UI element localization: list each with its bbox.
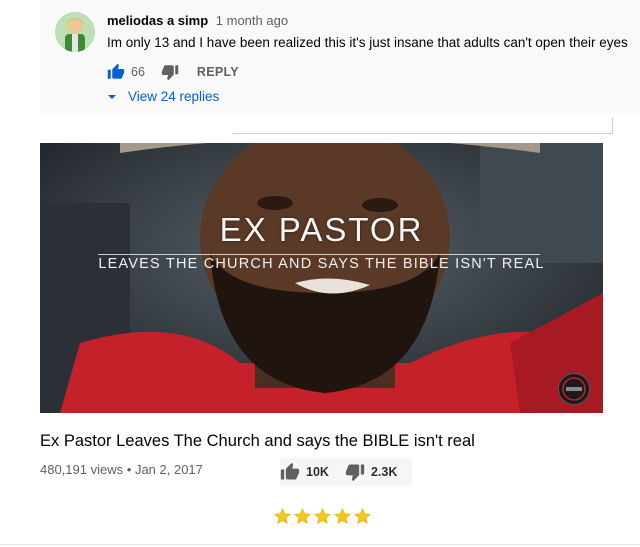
view-count: 480,191 views (40, 462, 124, 477)
view-replies-label: View 24 replies (128, 89, 220, 104)
thumbnail-title-overlay: EX PASTOR (219, 211, 424, 248)
channel-watermark-logo (558, 373, 590, 405)
avatar[interactable] (55, 12, 95, 52)
bottom-divider (0, 544, 640, 545)
avatar-image (55, 12, 95, 52)
star-icon (294, 507, 311, 525)
separator-dot: • (126, 462, 132, 477)
thumbs-up-icon[interactable] (280, 462, 300, 482)
video-like-count: 10K (306, 465, 329, 479)
comment-header: meliodas a simp 1 month ago (107, 13, 288, 28)
video-vote-bar: 10K 2.3K (280, 458, 412, 486)
comment-author[interactable]: meliodas a simp (107, 13, 208, 28)
star-icon (274, 507, 291, 525)
comment-actions: 66 REPLY (107, 62, 239, 82)
star-icon (354, 507, 371, 525)
view-replies-button[interactable]: View 24 replies (107, 89, 219, 104)
divider (233, 133, 613, 134)
video-thumbnail[interactable]: EX PASTOR LEAVES THE CHURCH AND SAYS THE… (40, 143, 603, 413)
star-icon (314, 507, 331, 525)
publish-date: Jan 2, 2017 (134, 462, 203, 477)
comment-like-count: 66 (131, 65, 145, 79)
reply-button[interactable]: REPLY (197, 65, 239, 79)
star-rating (273, 507, 372, 526)
caret-down-icon (108, 94, 116, 99)
video-stats: 480,191 views • Jan 2, 2017 (40, 462, 203, 477)
thumbnail-subtitle-overlay: LEAVES THE CHURCH AND SAYS THE BIBLE ISN… (98, 256, 545, 272)
comment-card: meliodas a simp 1 month ago Im only 13 a… (40, 0, 640, 113)
thumbs-down-icon[interactable] (161, 63, 179, 81)
divider (612, 118, 613, 134)
comment-timestamp[interactable]: 1 month ago (216, 13, 288, 28)
star-icon (334, 507, 351, 525)
video-dislike-count: 2.3K (370, 465, 398, 479)
comment-text: Im only 13 and I have been realized this… (107, 35, 628, 50)
thumbs-down-icon[interactable] (345, 462, 365, 482)
thumbnail-scene (40, 143, 603, 413)
video-title[interactable]: Ex Pastor Leaves The Church and says the… (40, 432, 475, 451)
thumbs-up-icon[interactable] (107, 63, 125, 81)
overlay-divider (98, 254, 540, 255)
